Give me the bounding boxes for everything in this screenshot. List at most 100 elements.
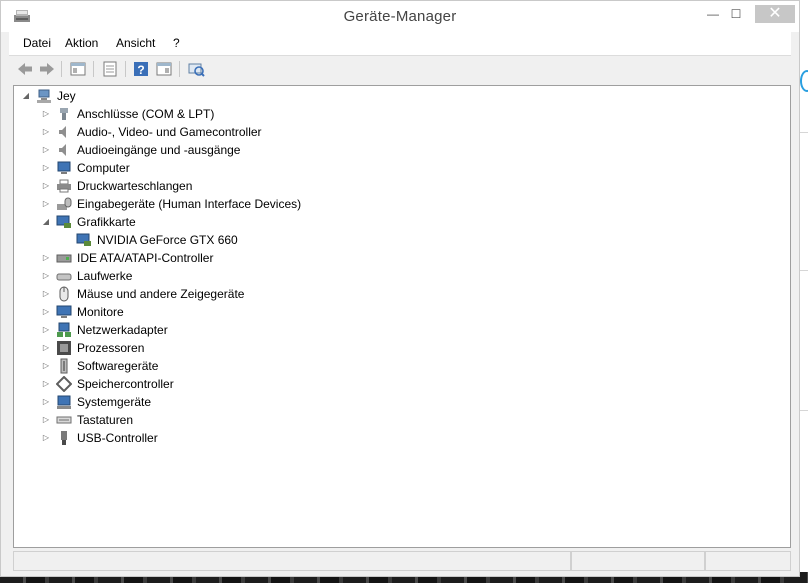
storage-controller-icon: [56, 376, 72, 392]
tree-category-item[interactable]: ▷ Druckwarteschlangen: [14, 177, 784, 195]
device-tree[interactable]: ◢ Jey ▷ Anschlüsse (COM & LPT) ▷ Audio-,…: [13, 85, 791, 548]
display-adapter-icon: [56, 215, 71, 228]
expand-arrow-icon[interactable]: ▷: [41, 141, 51, 159]
device-manager-window: Geräte-Manager — ☐ ✕ Datei Aktion Ansich…: [0, 0, 800, 577]
tree-category-label: Prozessoren: [77, 341, 145, 355]
expand-arrow-icon[interactable]: ▷: [41, 249, 51, 267]
show-hide-console-tree-icon[interactable]: [69, 60, 87, 78]
tree-category-item[interactable]: ▷ Eingabegeräte (Human Interface Devices…: [14, 195, 784, 213]
toolbar-separator: [93, 61, 94, 77]
back-arrow-icon[interactable]: [16, 60, 34, 78]
tree-category-label: Druckwarteschlangen: [77, 179, 193, 193]
software-device-icon: [60, 358, 68, 374]
tree-category-item[interactable]: ▷ Monitore: [14, 303, 784, 321]
expand-arrow-icon[interactable]: ▷: [41, 105, 51, 123]
expand-arrow-icon[interactable]: ▷: [41, 195, 51, 213]
tree-category-item[interactable]: ▷ Laufwerke: [14, 267, 784, 285]
status-pane-main: [13, 551, 571, 571]
expand-arrow-icon[interactable]: ▷: [41, 393, 51, 411]
tree-category-label: Anschlüsse (COM & LPT): [77, 107, 215, 121]
network-adapter-icon: [57, 322, 71, 337]
tree-category-label: Audio-, Video- und Gamecontroller: [77, 125, 262, 139]
menu-datei[interactable]: Datei: [23, 36, 51, 50]
tree-category-label: Tastaturen: [77, 413, 134, 427]
scan-hardware-changes-icon[interactable]: [187, 60, 205, 78]
toolbar-separator: [61, 61, 62, 77]
tree-category-item[interactable]: ▷ Netzwerkadapter: [14, 321, 784, 339]
help-icon[interactable]: ?: [132, 60, 150, 78]
forward-arrow-icon[interactable]: [38, 60, 56, 78]
menu-bar: Datei Aktion Ansicht ?: [9, 32, 791, 56]
expand-arrow-icon[interactable]: ▷: [41, 321, 51, 339]
tree-category-item[interactable]: ▷ Audio-, Video- und Gamecontroller: [14, 123, 784, 141]
background-divider: [800, 270, 808, 271]
tree-category-item[interactable]: ▷ Softwaregeräte: [14, 357, 784, 375]
tree-category-item[interactable]: ▷ Tastaturen: [14, 411, 784, 429]
tree-category-item[interactable]: ▷ Prozessoren: [14, 339, 784, 357]
tree-category-item[interactable]: ▷ Anschlüsse (COM & LPT): [14, 105, 784, 123]
toolbar: ?: [9, 56, 791, 82]
collapse-arrow-icon[interactable]: ◢: [21, 87, 31, 105]
printer-icon: [57, 179, 71, 193]
tree-device-item[interactable]: NVIDIA GeForce GTX 660: [14, 231, 784, 249]
hid-icon: [57, 197, 72, 210]
expand-arrow-icon[interactable]: ▷: [41, 159, 51, 177]
tree-category-label: Softwaregeräte: [77, 359, 159, 373]
window-title: Geräte-Manager: [343, 8, 457, 25]
tree-category-label: Mäuse und andere Zeigegeräte: [77, 287, 245, 301]
toolbar-separator: [179, 61, 180, 77]
expand-arrow-icon[interactable]: ▷: [41, 177, 51, 195]
port-icon: [60, 108, 68, 120]
menu-aktion[interactable]: Aktion: [65, 36, 98, 50]
keyboard-icon: [56, 416, 72, 424]
expand-arrow-icon[interactable]: ▷: [41, 429, 51, 447]
tree-root-label: Jey: [57, 89, 76, 103]
background-ring-icon: [800, 70, 808, 92]
tree-category-label: IDE ATA/ATAPI-Controller: [77, 251, 214, 265]
expand-arrow-icon[interactable]: ▷: [41, 411, 51, 429]
menu-help[interactable]: ?: [173, 36, 180, 50]
maximize-button[interactable]: ☐: [721, 5, 751, 23]
collapse-arrow-icon[interactable]: ◢: [41, 213, 51, 231]
tree-category-label: Laufwerke: [77, 269, 133, 283]
status-bar: [13, 549, 791, 573]
background-window: [800, 0, 808, 583]
tree-category-label: Computer: [77, 161, 130, 175]
tree-category-item-expanded[interactable]: ◢ Grafikkarte: [14, 213, 784, 231]
expand-arrow-icon[interactable]: ▷: [41, 123, 51, 141]
tree-category-label: Netzwerkadapter: [77, 323, 168, 337]
tree-category-item[interactable]: ▷ Speichercontroller: [14, 375, 784, 393]
tree-device-label: NVIDIA GeForce GTX 660: [97, 233, 238, 247]
mouse-icon: [59, 286, 69, 302]
status-pane: [571, 551, 705, 571]
display-adapter-icon: [76, 233, 91, 246]
title-bar[interactable]: Geräte-Manager — ☐ ✕: [1, 1, 799, 32]
expand-arrow-icon[interactable]: ▷: [41, 285, 51, 303]
speaker-icon: [59, 126, 66, 138]
tree-category-label: Systemgeräte: [77, 395, 152, 409]
expand-arrow-icon[interactable]: ▷: [41, 357, 51, 375]
toolbar-separator: [125, 61, 126, 77]
monitor-icon: [56, 305, 72, 318]
tree-category-label: Audioeingänge und -ausgänge: [77, 143, 241, 157]
usb-icon: [61, 431, 67, 445]
menu-ansicht[interactable]: Ansicht: [116, 36, 155, 50]
tree-category-label: Speichercontroller: [77, 377, 174, 391]
properties-icon[interactable]: [101, 60, 119, 78]
tree-category-item[interactable]: ▷ Audioeingänge und -ausgänge: [14, 141, 784, 159]
tree-category-item[interactable]: ▷ Systemgeräte: [14, 393, 784, 411]
background-divider: [800, 132, 808, 133]
tree-root-item[interactable]: ◢ Jey: [14, 87, 784, 105]
tree-category-item[interactable]: ▷ IDE ATA/ATAPI-Controller: [14, 249, 784, 267]
tree-category-item[interactable]: ▷ USB-Controller: [14, 429, 784, 447]
expand-arrow-icon[interactable]: ▷: [41, 267, 51, 285]
tree-category-item[interactable]: ▷ Computer: [14, 159, 784, 177]
computer-network-icon: [37, 89, 51, 103]
expand-arrow-icon[interactable]: ▷: [41, 303, 51, 321]
tree-category-item[interactable]: ▷ Mäuse und andere Zeigegeräte: [14, 285, 784, 303]
expand-arrow-icon[interactable]: ▷: [41, 375, 51, 393]
close-button[interactable]: ✕: [755, 5, 795, 23]
background-divider: [800, 410, 808, 411]
action-pane-icon[interactable]: [155, 60, 173, 78]
expand-arrow-icon[interactable]: ▷: [41, 339, 51, 357]
